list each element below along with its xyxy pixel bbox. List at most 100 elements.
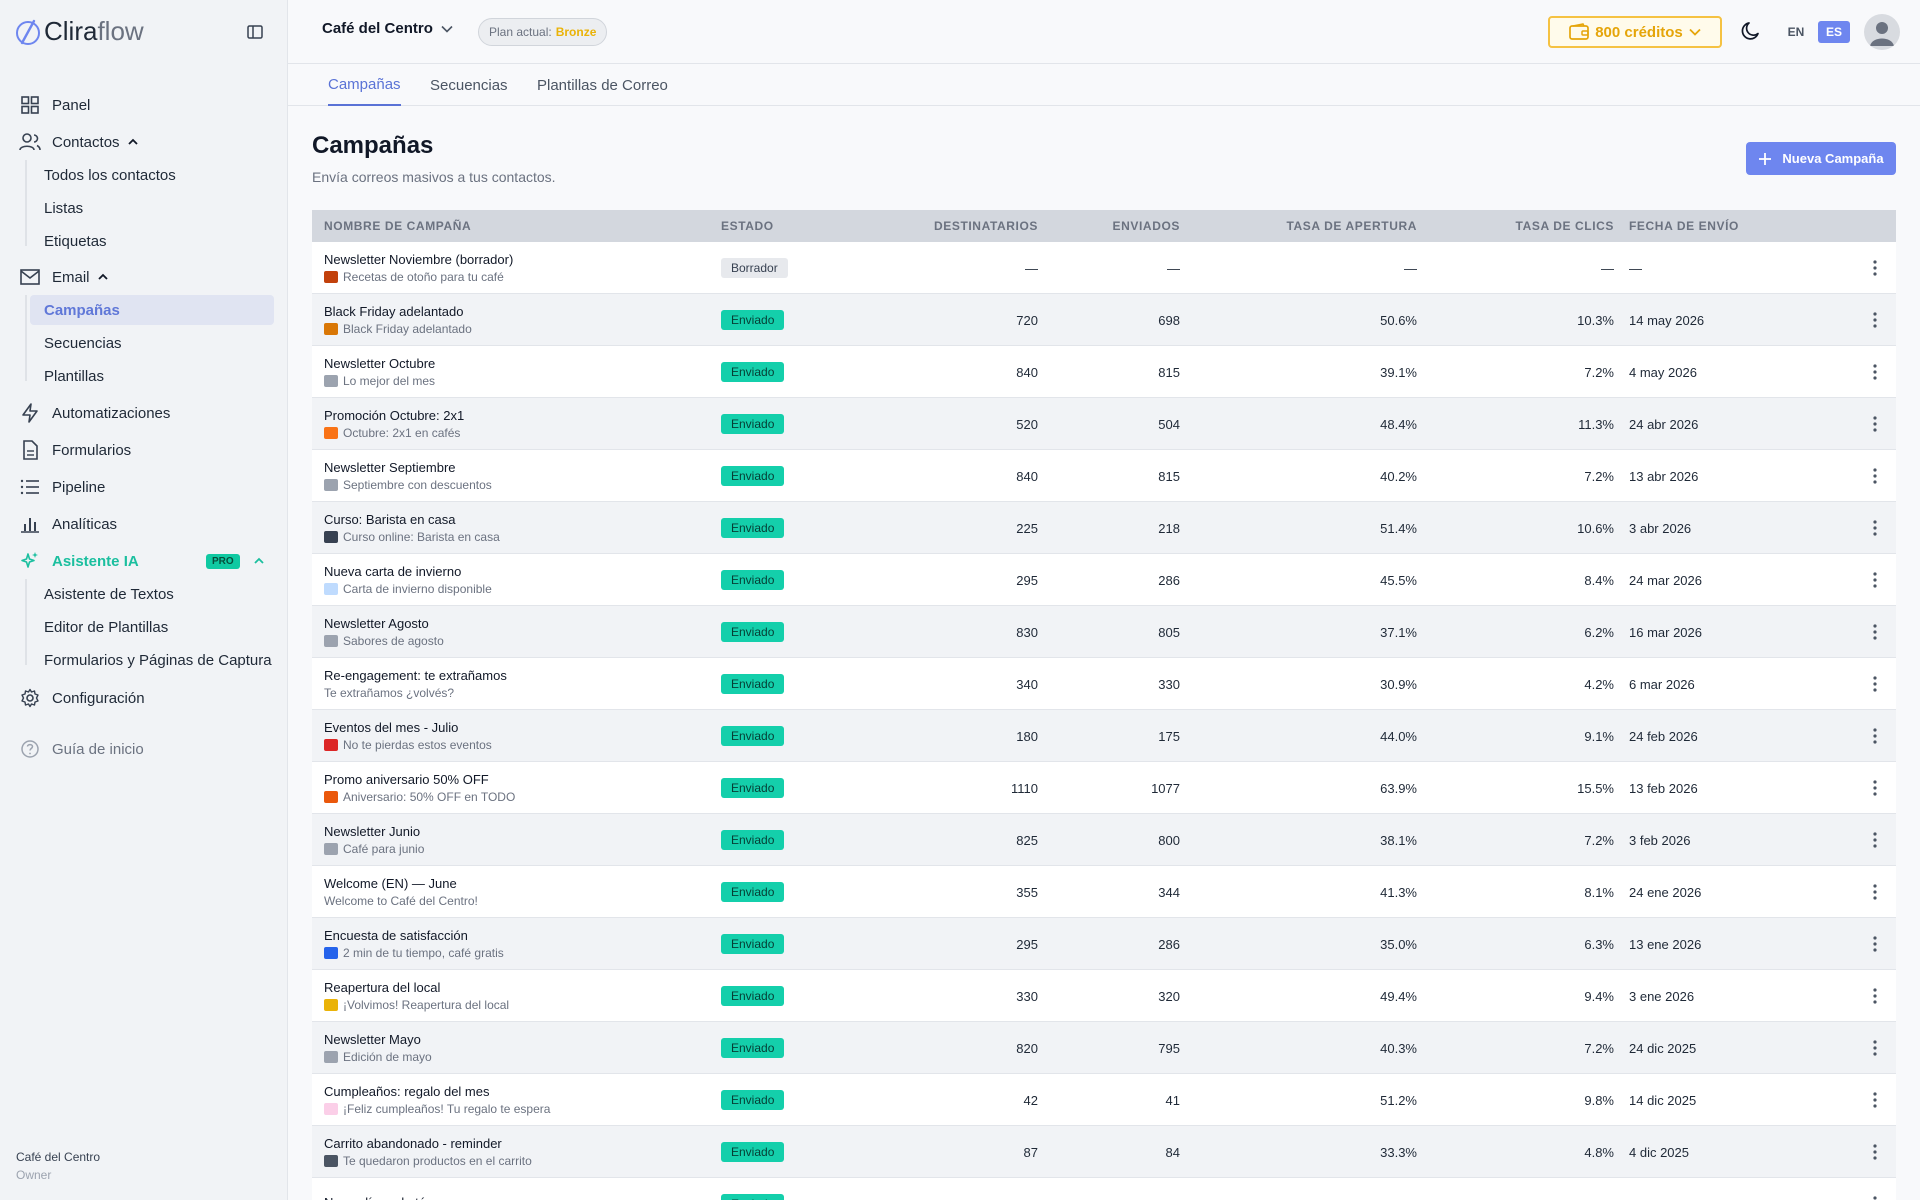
sidebar-item-automations[interactable]: Automatizaciones	[18, 398, 170, 428]
campaign-name[interactable]: Promoción Octubre: 2x1	[324, 408, 464, 423]
column-header-send-date[interactable]: FECHA DE ENVÍO	[1629, 210, 1739, 242]
campaign-name[interactable]: Nueva carta de invierno	[324, 564, 461, 579]
tab-campaigns[interactable]: Campañas	[328, 64, 401, 106]
sidebar-item-contacts[interactable]: Contactos	[18, 127, 138, 157]
chevron-up-icon[interactable]	[97, 273, 108, 281]
new-campaign-button[interactable]: Nueva Campaña	[1746, 142, 1896, 175]
campaign-name[interactable]: Cumpleaños: regalo del mes	[324, 1084, 489, 1099]
campaign-name[interactable]: Nueva línea de tés	[324, 1195, 432, 1200]
column-header-status[interactable]: ESTADO	[721, 210, 774, 242]
campaign-name-cell[interactable]: Newsletter Junio Café para junio	[324, 814, 704, 866]
more-vertical-icon[interactable]	[1865, 1194, 1885, 1200]
table-row[interactable]: Nueva línea de tés Enviado	[312, 1178, 1896, 1200]
campaign-name-cell[interactable]: Newsletter Noviembre (borrador) Recetas d…	[324, 242, 704, 294]
table-row[interactable]: Newsletter Mayo Edición de mayo Enviado 820…	[312, 1022, 1896, 1074]
more-vertical-icon[interactable]	[1865, 1038, 1885, 1058]
more-vertical-icon[interactable]	[1865, 570, 1885, 590]
table-row[interactable]: Newsletter Septiembre Septiembre con desc…	[312, 450, 1896, 502]
sidebar-item-analytics[interactable]: Analíticas	[18, 509, 117, 539]
campaign-name-cell[interactable]: Encuesta de satisfacción 2 min de tu tiem…	[324, 918, 704, 970]
more-vertical-icon[interactable]	[1865, 726, 1885, 746]
campaign-name[interactable]: Promo aniversario 50% OFF	[324, 772, 489, 787]
more-vertical-icon[interactable]	[1865, 1090, 1885, 1110]
sidebar-item-pipeline[interactable]: Pipeline	[18, 472, 105, 502]
table-row[interactable]: Newsletter Junio Café para junio Enviado 82…	[312, 814, 1896, 866]
campaign-name[interactable]: Newsletter Mayo	[324, 1032, 421, 1047]
campaign-name[interactable]: Newsletter Septiembre	[324, 460, 456, 475]
tab-sequences[interactable]: Secuencias	[430, 64, 508, 106]
table-row[interactable]: Carrito abandonado - reminder Te quedaron…	[312, 1126, 1896, 1178]
table-row[interactable]: Encuesta de satisfacción 2 min de tu tiem…	[312, 918, 1896, 970]
campaign-name[interactable]: Newsletter Junio	[324, 824, 420, 839]
more-vertical-icon[interactable]	[1865, 518, 1885, 538]
more-vertical-icon[interactable]	[1865, 674, 1885, 694]
campaign-name-cell[interactable]: Welcome (EN) — June Welcome to Café del C…	[324, 866, 704, 918]
more-vertical-icon[interactable]	[1865, 934, 1885, 954]
campaign-name[interactable]: Eventos del mes - Julio	[324, 720, 458, 735]
lang-en-button[interactable]: EN	[1782, 21, 1810, 43]
sidebar-item-guide[interactable]: Guía de inicio	[18, 734, 144, 764]
sidebar-item-tags[interactable]: Etiquetas	[30, 226, 274, 256]
campaign-name[interactable]: Newsletter Agosto	[324, 616, 429, 631]
column-header-click-rate[interactable]: TASA DE CLICS	[1422, 210, 1614, 242]
campaign-name-cell[interactable]: Promo aniversario 50% OFF Aniversario: 50…	[324, 762, 704, 814]
table-row[interactable]: Newsletter Agosto Sabores de agosto Enviad…	[312, 606, 1896, 658]
campaign-name-cell[interactable]: Curso: Barista en casa Curso online: Bari…	[324, 502, 704, 554]
more-vertical-icon[interactable]	[1865, 362, 1885, 382]
campaign-name-cell[interactable]: Nueva carta de invierno Carta de invierno…	[324, 554, 704, 606]
table-row[interactable]: Curso: Barista en casa Curso online: Bari…	[312, 502, 1896, 554]
sidebar-item-campaigns[interactable]: Campañas	[30, 295, 274, 325]
table-row[interactable]: Reapertura del local ¡Volvimos! Reapertur…	[312, 970, 1896, 1022]
table-row[interactable]: Promoción Octubre: 2x1 Octubre: 2x1 en ca…	[312, 398, 1896, 450]
more-vertical-icon[interactable]	[1865, 1142, 1885, 1162]
sidebar-item-settings[interactable]: Configuración	[18, 683, 145, 713]
campaign-name-cell[interactable]: Newsletter Agosto Sabores de agosto	[324, 606, 704, 658]
lang-es-button[interactable]: ES	[1818, 21, 1850, 43]
campaign-name[interactable]: Welcome (EN) — June	[324, 876, 457, 891]
campaign-name-cell[interactable]: Nueva línea de tés	[324, 1178, 704, 1200]
credits-button[interactable]: 800 créditos	[1548, 16, 1722, 48]
campaign-name[interactable]: Reapertura del local	[324, 980, 440, 995]
column-header-open-rate[interactable]: TASA DE APERTURA	[1192, 210, 1417, 242]
campaign-name-cell[interactable]: Black Friday adelantado Black Friday adel…	[324, 294, 704, 346]
sidebar-toggle-icon[interactable]	[244, 22, 266, 42]
campaign-name[interactable]: Black Friday adelantado	[324, 304, 463, 319]
column-header-sent[interactable]: ENVIADOS	[1052, 210, 1180, 242]
campaign-name-cell[interactable]: Newsletter Octubre Lo mejor del mes	[324, 346, 704, 398]
table-row[interactable]: Black Friday adelantado Black Friday adel…	[312, 294, 1896, 346]
table-row[interactable]: Re-engagement: te extrañamos Te extrañamo…	[312, 658, 1896, 710]
more-vertical-icon[interactable]	[1865, 466, 1885, 486]
table-row[interactable]: Welcome (EN) — June Welcome to Café del C…	[312, 866, 1896, 918]
campaign-name[interactable]: Curso: Barista en casa	[324, 512, 456, 527]
avatar[interactable]	[1864, 14, 1900, 50]
chevron-up-icon[interactable]	[127, 138, 138, 146]
moon-icon[interactable]	[1740, 20, 1762, 47]
sidebar-item-ai-assistant[interactable]: Asistente IA PRO	[18, 546, 270, 576]
campaign-name-cell[interactable]: Newsletter Septiembre Septiembre con desc…	[324, 450, 704, 502]
sidebar-item-lists[interactable]: Listas	[30, 193, 274, 223]
campaign-name[interactable]: Re-engagement: te extrañamos	[324, 668, 507, 683]
campaign-name-cell[interactable]: Carrito abandonado - reminder Te quedaron…	[324, 1126, 704, 1178]
column-header-recipients[interactable]: DESTINATARIOS	[832, 210, 1038, 242]
more-vertical-icon[interactable]	[1865, 830, 1885, 850]
sidebar-item-template-editor[interactable]: Editor de Plantillas	[30, 612, 274, 642]
table-row[interactable]: Promo aniversario 50% OFF Aniversario: 50…	[312, 762, 1896, 814]
more-vertical-icon[interactable]	[1865, 882, 1885, 902]
campaign-name-cell[interactable]: Cumpleaños: regalo del mes ¡Feliz cumplea…	[324, 1074, 704, 1126]
campaign-name-cell[interactable]: Reapertura del local ¡Volvimos! Reapertur…	[324, 970, 704, 1022]
sidebar-item-panel[interactable]: Panel	[18, 90, 90, 120]
table-row[interactable]: Cumpleaños: regalo del mes ¡Feliz cumplea…	[312, 1074, 1896, 1126]
sidebar-item-email[interactable]: Email	[18, 262, 108, 292]
campaign-name-cell[interactable]: Newsletter Mayo Edición de mayo	[324, 1022, 704, 1074]
table-row[interactable]: Newsletter Octubre Lo mejor del mes Enviad…	[312, 346, 1896, 398]
campaign-name-cell[interactable]: Eventos del mes - Julio No te pierdas est…	[324, 710, 704, 762]
table-row[interactable]: Eventos del mes - Julio No te pierdas est…	[312, 710, 1896, 762]
brand-logo[interactable]: Clira flow	[14, 16, 144, 47]
sidebar-item-text-assistant[interactable]: Asistente de Textos	[30, 579, 274, 609]
sidebar-item-templates[interactable]: Plantillas	[30, 361, 274, 391]
sidebar-item-sequences[interactable]: Secuencias	[30, 328, 274, 358]
campaign-name[interactable]: Newsletter Octubre	[324, 356, 435, 371]
campaign-name[interactable]: Carrito abandonado - reminder	[324, 1136, 502, 1151]
sidebar-item-forms[interactable]: Formularios	[18, 435, 131, 465]
more-vertical-icon[interactable]	[1865, 622, 1885, 642]
